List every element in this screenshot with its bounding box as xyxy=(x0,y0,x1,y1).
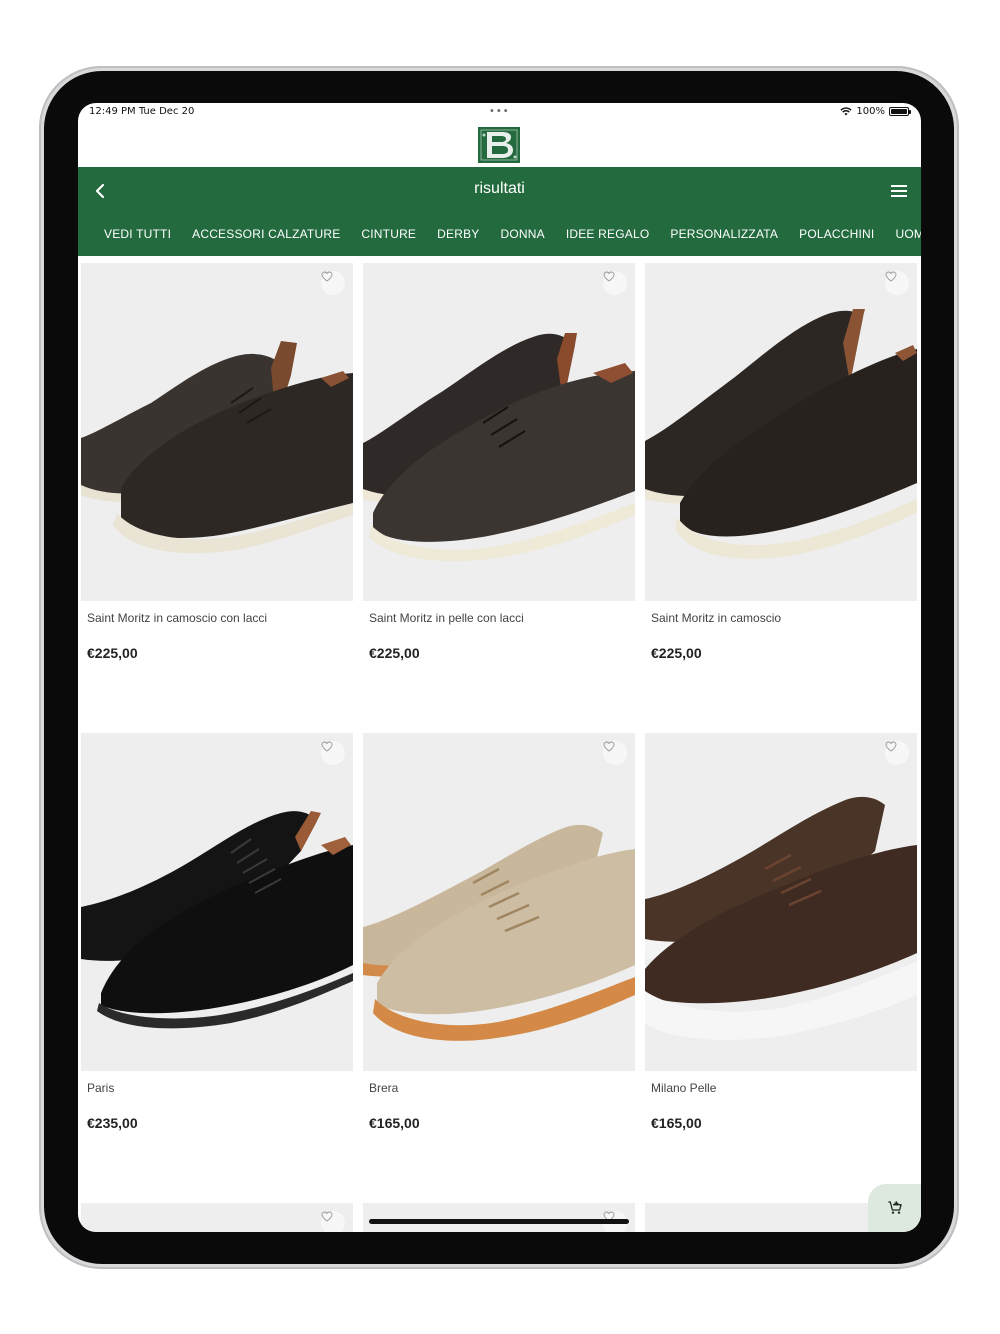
product-card[interactable]: Saint Moritz in camoscio €225,00 xyxy=(645,263,917,733)
home-indicator[interactable] xyxy=(369,1219,629,1224)
heart-outline-icon xyxy=(885,741,897,752)
product-image[interactable] xyxy=(363,263,635,601)
app-screen: 12:49 PM Tue Dec 20 ••• 100% risultati V… xyxy=(78,103,921,1232)
hamburger-menu-icon xyxy=(891,185,907,197)
status-time: 12:49 PM Tue Dec 20 xyxy=(89,106,195,117)
loafer-boot-suede-image xyxy=(645,309,917,559)
product-image[interactable] xyxy=(363,733,635,1071)
product-image[interactable] xyxy=(81,733,353,1071)
favorite-button[interactable] xyxy=(321,271,345,295)
product-image[interactable] xyxy=(81,1203,353,1232)
favorite-button[interactable] xyxy=(885,271,909,295)
brand-logo[interactable] xyxy=(478,127,520,163)
product-name[interactable]: Saint Moritz in camoscio con lacci xyxy=(87,611,267,625)
oxford-shoe-image xyxy=(81,811,353,1029)
favorite-button[interactable] xyxy=(603,271,627,295)
product-price: €235,00 xyxy=(87,1115,138,1131)
product-name[interactable]: Paris xyxy=(87,1081,114,1095)
product-price: €225,00 xyxy=(87,645,138,661)
leather-sneaker-image xyxy=(645,796,917,1040)
product-card[interactable]: Paris €235,00 xyxy=(81,733,353,1203)
category-tab-accessori-calzature[interactable]: ACCESSORI CALZATURE xyxy=(192,227,340,247)
battery-icon xyxy=(889,107,911,116)
category-tab-uomo[interactable]: UOMO xyxy=(895,227,921,247)
category-tab-cinture[interactable]: CINTURE xyxy=(361,227,416,247)
heart-outline-icon xyxy=(885,271,897,282)
battery-fill xyxy=(891,109,907,114)
status-bar: 12:49 PM Tue Dec 20 ••• 100% xyxy=(78,103,921,123)
product-image[interactable] xyxy=(363,1203,635,1232)
heart-outline-icon xyxy=(603,741,615,752)
category-tab-polacchini[interactable]: POLACCHINI xyxy=(799,227,874,247)
wifi-icon xyxy=(840,107,853,116)
category-tab-personalizzata[interactable]: PERSONALIZZATA xyxy=(670,227,778,247)
product-price: €165,00 xyxy=(369,1115,420,1131)
status-indicators: 100% xyxy=(840,106,911,117)
heart-outline-icon xyxy=(321,271,333,282)
add-to-cart-icon xyxy=(887,1201,902,1214)
product-name[interactable]: Brera xyxy=(369,1081,398,1095)
chukka-boot-suede-image xyxy=(81,341,353,554)
product-image[interactable] xyxy=(645,263,917,601)
product-image[interactable] xyxy=(645,733,917,1071)
product-price: €165,00 xyxy=(651,1115,702,1131)
category-tab-donna[interactable]: DONNA xyxy=(500,227,544,247)
product-card[interactable]: Brera €165,00 xyxy=(363,733,635,1203)
favorite-button[interactable] xyxy=(321,1211,345,1232)
heart-outline-icon xyxy=(321,1211,333,1222)
category-tab-derby[interactable]: DERBY xyxy=(437,227,479,247)
category-tab-vedi-tutti[interactable]: VEDI TUTTI xyxy=(104,227,171,247)
category-tabs: VEDI TUTTI ACCESSORI CALZATURE CINTURE D… xyxy=(78,227,921,247)
favorite-button[interactable] xyxy=(321,741,345,765)
heart-outline-icon xyxy=(603,271,615,282)
product-card[interactable]: Milano Pelle €165,00 xyxy=(645,733,917,1203)
menu-button[interactable] xyxy=(887,179,911,203)
page-title: risultati xyxy=(474,180,525,197)
product-card-partial[interactable] xyxy=(81,1203,353,1232)
heart-outline-icon xyxy=(321,741,333,752)
favorite-button[interactable] xyxy=(603,741,627,765)
battery-percent: 100% xyxy=(856,106,885,117)
app-header: risultati VEDI TUTTI ACCESSORI CALZATURE… xyxy=(78,167,921,256)
chukka-boot-leather-image xyxy=(363,333,635,562)
product-card[interactable]: Saint Moritz in pelle con lacci €225,00 xyxy=(363,263,635,733)
category-tab-idee-regalo[interactable]: IDEE REGALO xyxy=(566,227,650,247)
suede-sneaker-image xyxy=(363,824,635,1041)
multitasking-dots-icon[interactable]: ••• xyxy=(489,106,510,117)
product-name[interactable]: Milano Pelle xyxy=(651,1081,716,1095)
product-card[interactable]: Saint Moritz in camoscio con lacci €225,… xyxy=(81,263,353,733)
cart-button[interactable] xyxy=(868,1184,921,1232)
product-price: €225,00 xyxy=(651,645,702,661)
product-price: €225,00 xyxy=(369,645,420,661)
product-image[interactable] xyxy=(81,263,353,601)
product-name[interactable]: Saint Moritz in pelle con lacci xyxy=(369,611,524,625)
product-card-partial[interactable] xyxy=(363,1203,635,1232)
product-name[interactable]: Saint Moritz in camoscio xyxy=(651,611,781,625)
favorite-button[interactable] xyxy=(885,741,909,765)
